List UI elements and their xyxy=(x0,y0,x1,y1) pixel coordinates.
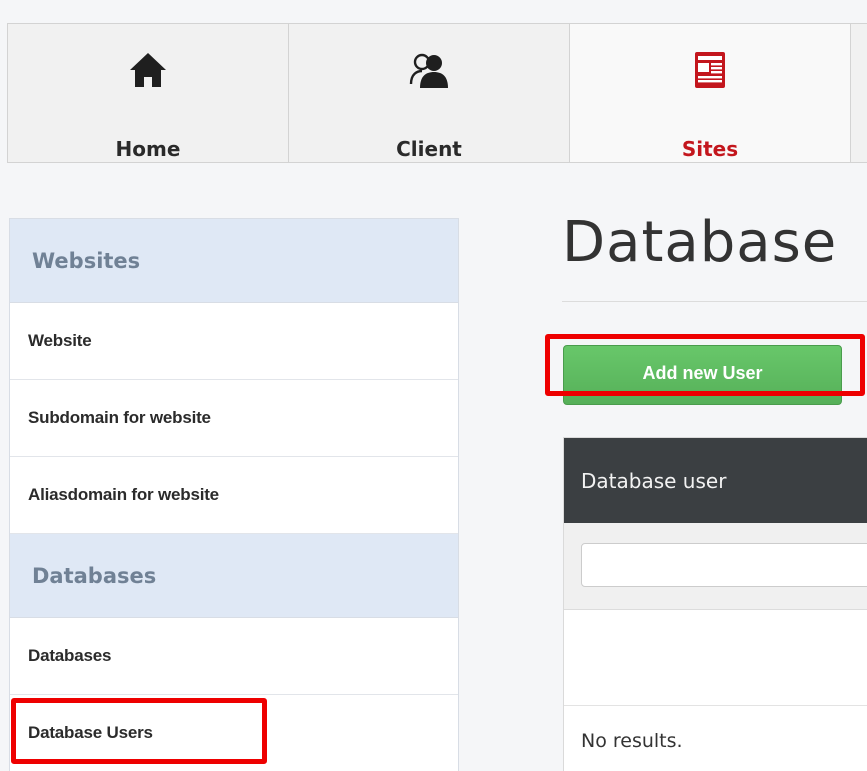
tab-client-label: Client xyxy=(396,137,462,161)
tab-sites-label: Sites xyxy=(681,137,739,161)
users-icon xyxy=(409,53,448,88)
sites-icon xyxy=(695,52,725,88)
top-navigation: Home Client Sites xyxy=(7,23,867,163)
title-divider xyxy=(562,301,867,302)
no-results-text: No results. xyxy=(581,730,683,752)
page-title: Database xyxy=(562,210,838,275)
sidebar-item-databases[interactable]: Databases xyxy=(10,618,458,695)
filter-row xyxy=(564,523,867,610)
tab-client[interactable]: Client xyxy=(289,24,570,162)
sidebar-item-subdomain[interactable]: Subdomain for website xyxy=(10,380,458,457)
sidebar: Websites Website Subdomain for website A… xyxy=(9,218,459,771)
tab-sites[interactable]: Sites xyxy=(570,24,851,162)
sidebar-item-database-users[interactable]: Database Users xyxy=(10,695,458,771)
table-empty-row xyxy=(564,610,867,706)
sidebar-header-websites: Websites xyxy=(10,219,458,303)
sidebar-header-databases: Databases xyxy=(10,534,458,618)
tab-home[interactable]: Home xyxy=(8,24,289,162)
column-header-database-user[interactable]: Database user xyxy=(564,438,867,523)
sidebar-item-website[interactable]: Website xyxy=(10,303,458,380)
home-icon xyxy=(130,53,166,87)
database-user-filter-input[interactable] xyxy=(581,543,867,587)
sidebar-item-aliasdomain[interactable]: Aliasdomain for website xyxy=(10,457,458,534)
add-new-user-button[interactable]: Add new User xyxy=(563,345,842,405)
tab-home-label: Home xyxy=(115,137,181,161)
database-users-table: Database user No results. xyxy=(563,437,867,771)
